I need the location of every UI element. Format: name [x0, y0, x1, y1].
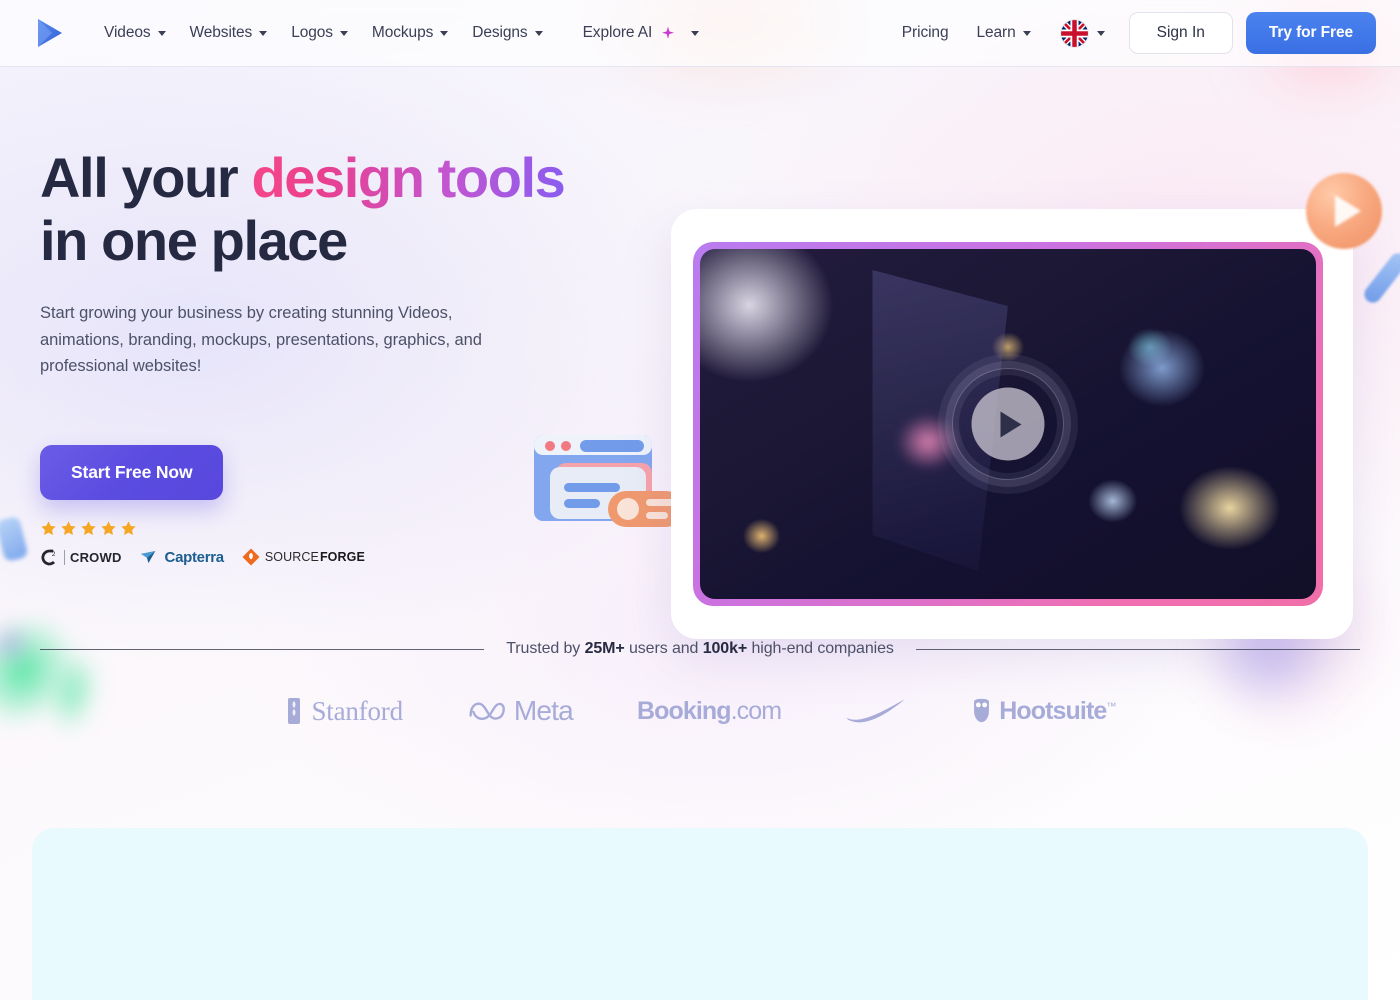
nav-item-learn[interactable]: Learn — [962, 16, 1044, 50]
nike-logo — [845, 698, 907, 724]
sourceforge-icon — [242, 548, 260, 566]
sourceforge-label-light: SOURCE — [264, 550, 319, 565]
language-selector[interactable] — [1045, 12, 1115, 55]
chevron-down-icon — [157, 30, 166, 36]
meta-logo: Meta — [467, 695, 574, 727]
primary-nav: Videos Websites Logos Mockups Designs Ex… — [92, 16, 711, 50]
trusted-bar: Trusted by 25M+ users and 100k+ high-end… — [0, 640, 1400, 658]
nav-item-explore-ai[interactable]: Explore AI — [571, 16, 712, 50]
trusted-prefix: Trusted by — [506, 640, 585, 657]
chevron-down-icon — [440, 30, 449, 36]
star-icon — [121, 520, 136, 535]
page-title: All your design tools in one place — [40, 146, 640, 272]
sign-in-button[interactable]: Sign In — [1128, 12, 1233, 54]
booking-label-light: .com — [730, 696, 782, 725]
star-icon — [61, 520, 76, 535]
video-card — [671, 209, 1353, 639]
g2-icon: 2 — [41, 549, 56, 566]
g2-crowd-label: CROWD — [70, 549, 122, 565]
hootsuite-label: Hootsuite™ — [999, 696, 1116, 725]
booking-label: Booking.com — [636, 696, 782, 726]
stanford-label: Stanford — [311, 695, 403, 726]
nav-item-designs[interactable]: Designs — [460, 16, 554, 50]
chevron-down-icon — [691, 30, 700, 36]
stanford-logo: Stanford — [284, 695, 403, 727]
meta-label: Meta — [513, 695, 574, 726]
video-thumbnail[interactable] — [700, 249, 1316, 599]
hero-media — [534, 67, 1400, 639]
secondary-nav: Pricing Learn Sign In Try for Free — [888, 12, 1376, 55]
nav-label: Videos — [104, 24, 151, 41]
play-logo-icon — [38, 19, 62, 47]
meta-infinity-icon — [469, 702, 505, 720]
chevron-down-icon — [1096, 30, 1105, 36]
capterra-badge[interactable]: Capterra — [140, 549, 224, 566]
headline-line1-plain: All your — [40, 146, 252, 209]
nav-label: Mockups — [371, 24, 434, 41]
uk-flag-icon — [1060, 19, 1088, 47]
chevron-down-icon — [259, 30, 268, 36]
hero-subtitle: Start growing your business by creating … — [40, 304, 482, 375]
headline-line2: in one place — [40, 208, 348, 272]
top-navbar: Videos Websites Logos Mockups Designs Ex… — [0, 0, 1400, 67]
trusted-suffix: high-end companies — [747, 640, 894, 657]
sourceforge-label-bold: FORGE — [319, 550, 365, 565]
try-for-free-button[interactable]: Try for Free — [1245, 12, 1376, 54]
hero-section: All your design tools in one place Start… — [0, 67, 1400, 639]
client-logos: Stanford Meta Booking.com Hootsuite™ — [0, 695, 1400, 727]
sourceforge-badge[interactable]: SOURCE FORGE — [242, 548, 365, 566]
divider — [64, 549, 65, 565]
hootsuite-logo: Hootsuite™ — [971, 696, 1116, 726]
star-icon — [81, 520, 96, 535]
nav-item-websites[interactable]: Websites — [178, 16, 280, 50]
star-icon — [101, 520, 116, 535]
nav-label: Learn — [976, 24, 1016, 41]
chevron-down-icon — [339, 30, 348, 36]
nike-swoosh-icon — [847, 699, 906, 723]
decor-blue-stick — [1360, 249, 1400, 307]
trusted-users-count: 25M+ — [584, 640, 625, 657]
nav-item-logos[interactable]: Logos — [279, 16, 360, 50]
g2-crowd-badge[interactable]: 2 CROWD — [40, 548, 122, 567]
sparkle-icon — [660, 25, 676, 41]
hootsuite-text: Hootsuite — [999, 696, 1107, 725]
nav-label: Logos — [291, 24, 333, 41]
trusted-middle: users and — [624, 640, 703, 657]
trusted-companies-count: 100k+ — [702, 640, 748, 657]
page-root: Videos Websites Logos Mockups Designs Ex… — [0, 0, 1400, 1000]
play-button-icon[interactable] — [971, 387, 1045, 461]
bottom-feature-section — [32, 828, 1368, 1000]
nav-label: Explore AI — [582, 24, 653, 41]
svg-text:2: 2 — [52, 551, 56, 558]
start-free-now-button[interactable]: Start Free Now — [40, 444, 224, 500]
booking-label-bold: Booking — [636, 696, 732, 725]
capterra-label: Capterra — [164, 548, 225, 566]
divider-left — [40, 648, 485, 650]
booking-logo: Booking.com — [636, 696, 782, 726]
nav-item-pricing[interactable]: Pricing — [888, 16, 963, 50]
review-badges: 2 CROWD Capterra SOURCE FORGE — [40, 548, 640, 567]
star-icon — [41, 520, 56, 535]
chevron-down-icon — [1022, 30, 1031, 36]
capterra-icon — [140, 550, 155, 564]
hootsuite-owl-icon — [974, 698, 990, 723]
trusted-text: Trusted by 25M+ users and 100k+ high-end… — [484, 640, 916, 658]
headline-gradient-text: design tools — [251, 146, 565, 209]
nav-item-mockups[interactable]: Mockups — [360, 16, 460, 50]
decor-play-circle-icon — [1306, 173, 1382, 249]
nav-label: Designs — [472, 24, 528, 41]
nav-label: Websites — [189, 24, 253, 41]
nav-item-videos[interactable]: Videos — [92, 16, 178, 50]
nav-label: Pricing — [901, 24, 949, 41]
divider-right — [915, 648, 1361, 650]
video-frame — [693, 242, 1323, 606]
brand-logo[interactable] — [26, 11, 70, 55]
chevron-down-icon — [534, 30, 543, 36]
stanford-tree-icon — [288, 698, 301, 724]
